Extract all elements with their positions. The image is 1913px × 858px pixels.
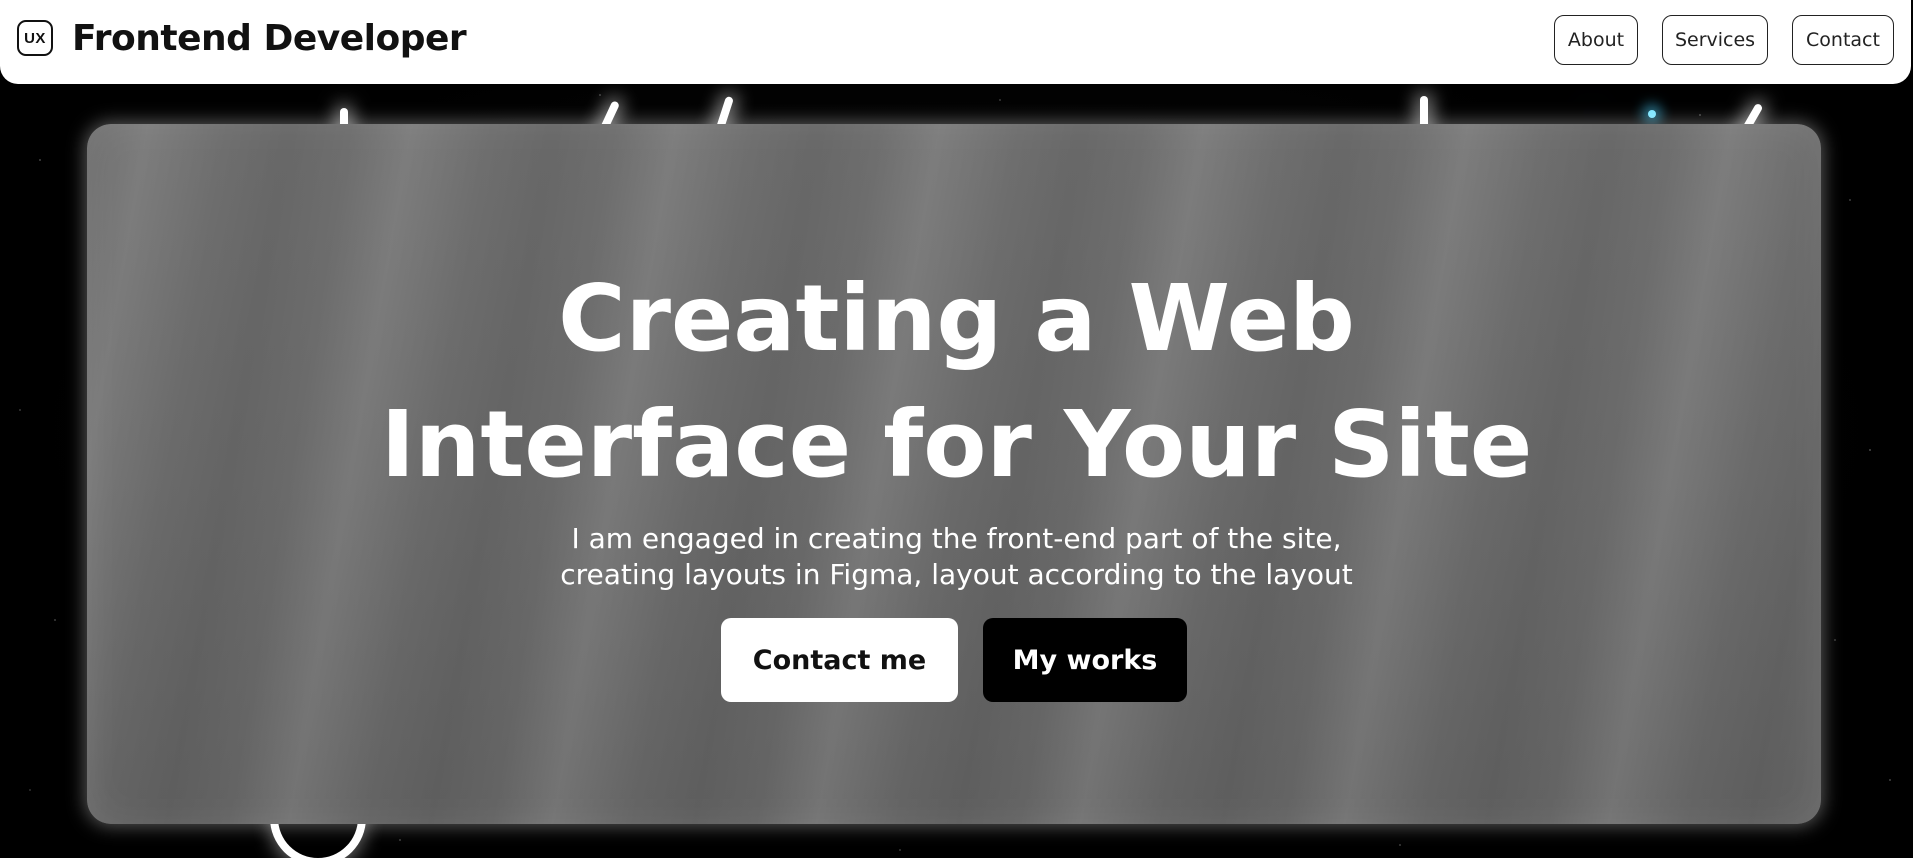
nav-contact-button[interactable]: Contact	[1792, 15, 1894, 65]
hero-title-line: Creating a Web	[558, 265, 1355, 372]
my-works-button[interactable]: My works	[983, 618, 1187, 702]
glowing-star	[1648, 110, 1656, 118]
contact-me-button[interactable]: Contact me	[721, 618, 958, 702]
site-header: UX Frontend Developer About Services Con…	[0, 0, 1911, 84]
site-title[interactable]: Frontend Developer	[72, 18, 467, 60]
hero-subtitle: I am engaged in creating the front-end p…	[0, 521, 1913, 593]
nav-about-button[interactable]: About	[1554, 15, 1638, 65]
page: UX Frontend Developer About Services Con…	[0, 0, 1913, 858]
hero-subtitle-line: creating layouts in Figma, layout accord…	[560, 558, 1353, 591]
logo-icon[interactable]: UX	[17, 20, 53, 56]
nav-services-button[interactable]: Services	[1662, 15, 1768, 65]
hero-subtitle-line: I am engaged in creating the front-end p…	[571, 522, 1342, 555]
hero-title: Creating a Web Interface for Your Site	[0, 256, 1913, 508]
hero-title-line: Interface for Your Site	[380, 391, 1533, 498]
